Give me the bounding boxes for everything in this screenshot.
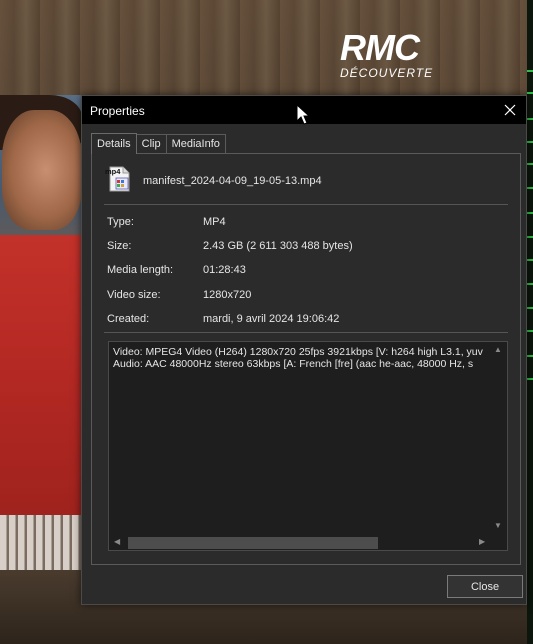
console-mark: [527, 163, 533, 165]
scroll-left-icon[interactable]: ◀: [114, 537, 120, 547]
horizontal-scrollbar[interactable]: ◀ ▶: [109, 535, 507, 550]
close-button[interactable]: Close: [447, 575, 523, 598]
video-person-face: [2, 110, 82, 230]
console-mark: [527, 283, 533, 285]
video-background-detail: [0, 515, 82, 575]
tab-mediainfo[interactable]: MediaInfo: [165, 134, 226, 154]
video-size-label: Video size:: [107, 289, 161, 301]
close-icon: [504, 104, 516, 116]
console-mark: [527, 307, 533, 309]
side-console-strip: [527, 0, 533, 644]
media-length-label: Media length:: [107, 264, 174, 276]
tab-details[interactable]: Details: [91, 133, 137, 154]
horizontal-scroll-thumb[interactable]: [128, 537, 378, 549]
console-mark: [527, 141, 533, 143]
mp4-file-icon: mp4: [105, 166, 130, 192]
video-person-shirt: [0, 235, 82, 525]
file-name: manifest_2024-04-09_19-05-13.mp4: [143, 175, 322, 187]
stream-info-text: Video: MPEG4 Video (H264) 1280x720 25fps…: [113, 346, 493, 370]
type-label: Type:: [107, 216, 134, 228]
details-panel: mp4 manifest_2024-04-09_19-05-13.mp4 Typ…: [91, 153, 521, 565]
tab-bar: Details Clip MediaInfo: [91, 133, 226, 154]
stream-info-textbox[interactable]: Video: MPEG4 Video (H264) 1280x720 25fps…: [108, 341, 508, 551]
properties-dialog: Properties Details Clip MediaInfo mp4 ma…: [81, 95, 527, 605]
scroll-down-icon[interactable]: ▼: [494, 521, 502, 531]
console-mark: [527, 92, 533, 94]
console-mark: [527, 378, 533, 380]
channel-logo-sub: DÉCOUVERTE: [340, 66, 434, 80]
channel-logo-main: RMC: [340, 27, 420, 68]
size-label: Size:: [107, 240, 132, 252]
file-icon-badge: mp4: [105, 167, 121, 176]
separator: [104, 204, 508, 205]
video-stream-line: Video: MPEG4 Video (H264) 1280x720 25fps…: [113, 346, 483, 358]
audio-stream-line: Audio: AAC 48000Hz stereo 63kbps [A: Fre…: [113, 358, 474, 370]
type-value: MP4: [203, 216, 226, 228]
scroll-right-icon[interactable]: ▶: [479, 537, 485, 547]
mouse-cursor-icon: [296, 104, 310, 125]
scroll-up-icon[interactable]: ▲: [494, 345, 502, 355]
video-background-wall: [0, 0, 533, 95]
console-mark: [527, 187, 533, 189]
channel-logo: RMC DÉCOUVERTE: [340, 27, 440, 81]
vertical-scrollbar[interactable]: ▲ ▼: [490, 342, 507, 535]
media-length-value: 01:28:43: [203, 264, 246, 276]
created-value: mardi, 9 avril 2024 19:06:42: [203, 313, 340, 325]
tab-clip[interactable]: Clip: [135, 134, 167, 154]
size-value: 2.43 GB (2 611 303 488 bytes): [203, 240, 353, 252]
close-window-button[interactable]: [494, 96, 526, 124]
separator: [104, 332, 508, 333]
video-size-value: 1280x720: [203, 289, 252, 301]
console-mark: [527, 118, 533, 120]
console-mark: [527, 355, 533, 357]
dialog-title: Properties: [90, 104, 145, 118]
console-mark: [527, 70, 533, 72]
created-label: Created:: [107, 313, 150, 325]
console-mark: [527, 236, 533, 238]
console-mark: [527, 330, 533, 332]
console-mark: [527, 259, 533, 261]
console-mark: [527, 212, 533, 214]
